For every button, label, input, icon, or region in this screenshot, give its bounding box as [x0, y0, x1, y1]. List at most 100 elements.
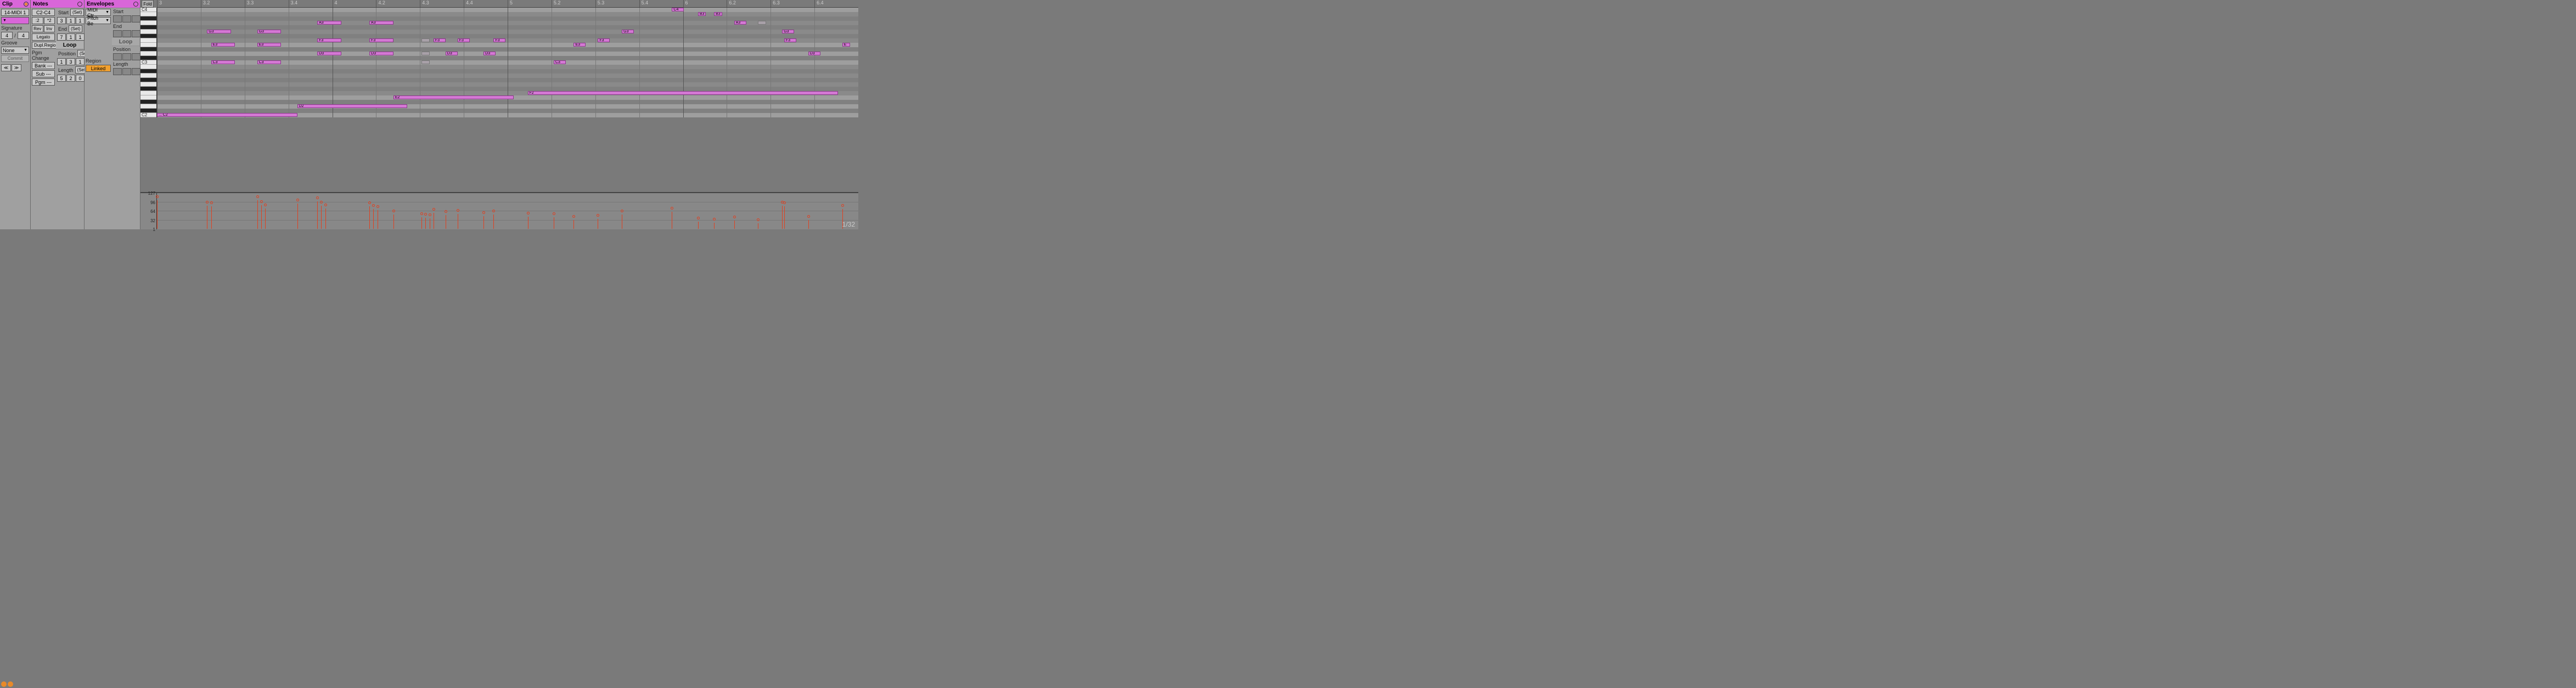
velocity-head-icon[interactable] — [482, 211, 485, 214]
velocity-head-icon[interactable] — [156, 195, 159, 198]
midi-note[interactable]: D2 — [297, 104, 408, 108]
notes-toggle-icon[interactable] — [77, 2, 82, 7]
velocity-head-icon[interactable] — [597, 214, 599, 217]
velocity-head-icon[interactable] — [671, 207, 673, 210]
midi-note[interactable]: D3 — [483, 52, 496, 55]
midi-note[interactable]: C3 — [554, 60, 566, 64]
velocity-marker[interactable] — [369, 206, 370, 229]
midi-note[interactable]: F3 — [458, 38, 470, 42]
velocity-head-icon[interactable] — [783, 201, 786, 204]
midi-note[interactable]: F3 — [598, 38, 610, 42]
rev-button[interactable]: Rev — [32, 25, 43, 32]
velocity-marker[interactable] — [265, 208, 266, 229]
midi-note[interactable] — [421, 38, 430, 42]
midi-note[interactable]: D3 — [808, 52, 820, 55]
len-1[interactable]: 5 — [57, 75, 66, 82]
midi-note[interactable]: C3 — [257, 60, 282, 64]
midi-note[interactable]: A3 — [317, 21, 341, 25]
loop-header[interactable]: Loop — [56, 41, 83, 49]
piano-key[interactable] — [140, 82, 156, 87]
piano-key[interactable] — [140, 21, 156, 25]
velocity-head-icon[interactable] — [445, 210, 447, 213]
velocity-head-icon[interactable] — [457, 209, 459, 212]
piano-key[interactable] — [140, 30, 156, 34]
velocity-head-icon[interactable] — [572, 215, 575, 218]
velocity-head-icon[interactable] — [553, 212, 555, 215]
midi-note[interactable]: F3 — [493, 38, 505, 42]
velocity-head-icon[interactable] — [256, 195, 259, 198]
midi-note[interactable]: E3 — [211, 43, 235, 47]
velocity-marker[interactable] — [573, 220, 574, 229]
midi-note[interactable]: D3 — [446, 52, 458, 55]
midi-note[interactable] — [421, 52, 430, 55]
note-range[interactable]: C2-C4 — [32, 9, 55, 16]
double-button[interactable]: *2 — [44, 17, 55, 24]
midi-note[interactable]: E2 — [393, 95, 514, 99]
end-set-button[interactable]: (Set) — [69, 25, 82, 32]
velocity-head-icon[interactable] — [376, 205, 379, 208]
velocity-head-icon[interactable] — [733, 216, 736, 218]
clip-activator-icon[interactable] — [24, 2, 29, 7]
midi-note[interactable]: E — [842, 43, 851, 47]
commit-button[interactable]: Commit — [1, 55, 29, 62]
sig-den[interactable]: 4 — [18, 32, 29, 39]
velocity-head-icon[interactable] — [324, 204, 327, 206]
midi-note[interactable]: B3 — [698, 12, 706, 16]
velocity-marker[interactable] — [734, 221, 735, 229]
end-1[interactable]: 7 — [57, 33, 66, 41]
velocity-head-icon[interactable] — [296, 199, 299, 201]
env-toggle-icon[interactable] — [133, 2, 138, 7]
piano-key[interactable] — [140, 65, 156, 69]
end-3[interactable]: 1 — [76, 33, 85, 41]
ruler[interactable]: 33.23.33.444.24.34.455.25.35.466.26.36.4 — [157, 0, 858, 8]
velocity-marker[interactable] — [325, 208, 326, 229]
piano-key[interactable] — [140, 69, 156, 74]
piano-key[interactable] — [140, 47, 156, 52]
velocity-head-icon[interactable] — [316, 196, 319, 199]
piano-key[interactable] — [140, 38, 156, 43]
midi-note[interactable]: D3 — [369, 52, 393, 55]
midi-note[interactable]: G3 — [257, 30, 282, 33]
velocity-marker[interactable] — [782, 206, 783, 229]
midi-note[interactable]: G3 — [207, 30, 231, 33]
start-2[interactable]: 1 — [66, 17, 75, 24]
fold-button[interactable]: Fold — [142, 0, 154, 8]
midi-note[interactable] — [421, 60, 430, 64]
piano-key[interactable] — [140, 43, 156, 47]
piano-key[interactable] — [140, 100, 156, 104]
velocity-head-icon[interactable] — [432, 208, 435, 211]
velocity-marker[interactable] — [698, 222, 699, 229]
midi-note[interactable]: G3 — [782, 30, 794, 33]
velocity-head-icon[interactable] — [713, 218, 716, 221]
velocity-marker[interactable] — [211, 206, 212, 229]
velocity-marker[interactable] — [421, 217, 422, 229]
velocity-marker[interactable] — [373, 209, 374, 229]
status-dot-2-icon[interactable] — [8, 681, 13, 687]
piano-key[interactable] — [140, 104, 156, 109]
velocity-marker[interactable] — [257, 200, 258, 229]
velocity-head-icon[interactable] — [368, 201, 371, 204]
velocity-marker[interactable] — [157, 200, 158, 229]
midi-note[interactable]: F3 — [317, 38, 341, 42]
midi-note[interactable] — [758, 21, 766, 25]
velocity-head-icon[interactable] — [420, 212, 423, 215]
midi-note[interactable]: F3 — [369, 38, 393, 42]
start-set-button[interactable]: (Set) — [70, 9, 84, 16]
clip-color[interactable] — [1, 17, 29, 24]
nudge-left-button[interactable]: ≪ — [1, 64, 11, 71]
velocity-marker[interactable] — [261, 205, 262, 229]
velocity-marker[interactable] — [808, 220, 809, 229]
pos-2[interactable]: 3 — [66, 58, 75, 65]
end-2[interactable]: 1 — [66, 33, 75, 41]
midi-note[interactable]: C3 — [211, 60, 235, 64]
velocity-marker[interactable] — [393, 215, 394, 229]
velocity-head-icon[interactable] — [757, 218, 760, 221]
velocity-head-icon[interactable] — [260, 200, 263, 203]
velocity-marker[interactable] — [297, 204, 298, 229]
velocity-marker[interactable] — [784, 206, 785, 229]
piano-key[interactable] — [140, 16, 156, 21]
velocity-head-icon[interactable] — [210, 201, 213, 204]
sub-box[interactable]: Sub --- — [32, 70, 55, 77]
piano-key[interactable] — [140, 52, 156, 56]
piano-key[interactable] — [140, 74, 156, 78]
